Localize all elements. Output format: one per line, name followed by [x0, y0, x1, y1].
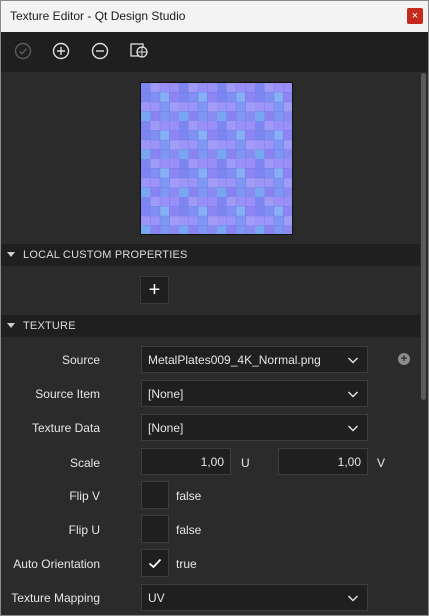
chevron-down-icon [348, 357, 358, 364]
scale-u-value: 1,00 [200, 455, 224, 469]
scale-label: Scale [69, 456, 100, 470]
flip-u-value: false [176, 523, 202, 537]
add-source-icon[interactable]: + [398, 353, 410, 365]
section-title-local-custom-properties: LOCAL CUSTOM PROPERTIES [23, 249, 188, 261]
flip-v-label: Flip V [69, 489, 100, 503]
chevron-down-icon [348, 425, 358, 432]
chevron-down-icon [348, 595, 358, 602]
auto-orientation-checkbox[interactable] [141, 549, 169, 577]
scale-u-unit: U [241, 456, 250, 470]
texture-preview-image [140, 82, 293, 235]
section-texture[interactable]: TEXTURE [1, 315, 420, 337]
scale-u-spinbox[interactable]: 1,00 [141, 448, 231, 475]
scale-v-value: 1,00 [337, 455, 361, 469]
texture-mapping-value: UV [148, 591, 165, 605]
scale-v-spinbox[interactable]: 1,00 [278, 448, 368, 475]
close-button[interactable]: × [407, 8, 423, 24]
flip-v-value: false [176, 489, 202, 503]
texture-editor-window: Texture Editor - Qt Design Studio × LOCA… [0, 0, 429, 616]
flip-u-checkbox[interactable] [141, 515, 169, 543]
checkmark-icon [148, 558, 162, 569]
source-item-combobox[interactable]: [None] [141, 380, 368, 407]
source-item-label: Source Item [35, 387, 100, 401]
flip-v-checkbox[interactable] [141, 481, 169, 509]
section-title-texture: TEXTURE [23, 320, 76, 332]
texture-data-combobox[interactable]: [None] [141, 414, 368, 441]
source-label: Source [61, 353, 100, 367]
flip-u-label: Flip U [68, 523, 100, 537]
chevron-down-icon [348, 391, 358, 398]
scrollbar-thumb[interactable] [421, 73, 426, 400]
zoom-in-icon[interactable] [50, 40, 72, 62]
zoom-out-icon[interactable] [89, 40, 111, 62]
add-custom-property-button[interactable]: + [140, 276, 169, 304]
collapse-arrow-icon[interactable] [7, 252, 15, 257]
vertical-scrollbar[interactable] [420, 72, 428, 615]
background-icon[interactable] [128, 40, 150, 62]
auto-orientation-value: true [176, 557, 197, 571]
source-item-value: [None] [148, 387, 184, 401]
texture-mapping-combobox[interactable]: UV [141, 584, 368, 611]
toolbar [1, 32, 428, 72]
texture-data-value: [None] [148, 421, 184, 435]
window-title: Texture Editor - Qt Design Studio [10, 9, 186, 23]
source-value: MetalPlates009_4K_Normal.png [148, 353, 321, 367]
properties-panel: LOCAL CUSTOM PROPERTIES + TEXTURE Source… [1, 72, 420, 615]
section-local-custom-properties[interactable]: LOCAL CUSTOM PROPERTIES [1, 244, 420, 266]
auto-orientation-label: Auto Orientation [13, 557, 100, 571]
scale-v-unit: V [377, 456, 386, 470]
texture-data-label: Texture Data [31, 421, 100, 435]
title-bar[interactable]: Texture Editor - Qt Design Studio × [1, 1, 428, 32]
source-combobox[interactable]: MetalPlates009_4K_Normal.png [141, 346, 368, 373]
collapse-arrow-icon[interactable] [7, 323, 15, 328]
apply-icon[interactable] [12, 40, 34, 62]
texture-mapping-label: Texture Mapping [11, 591, 100, 605]
